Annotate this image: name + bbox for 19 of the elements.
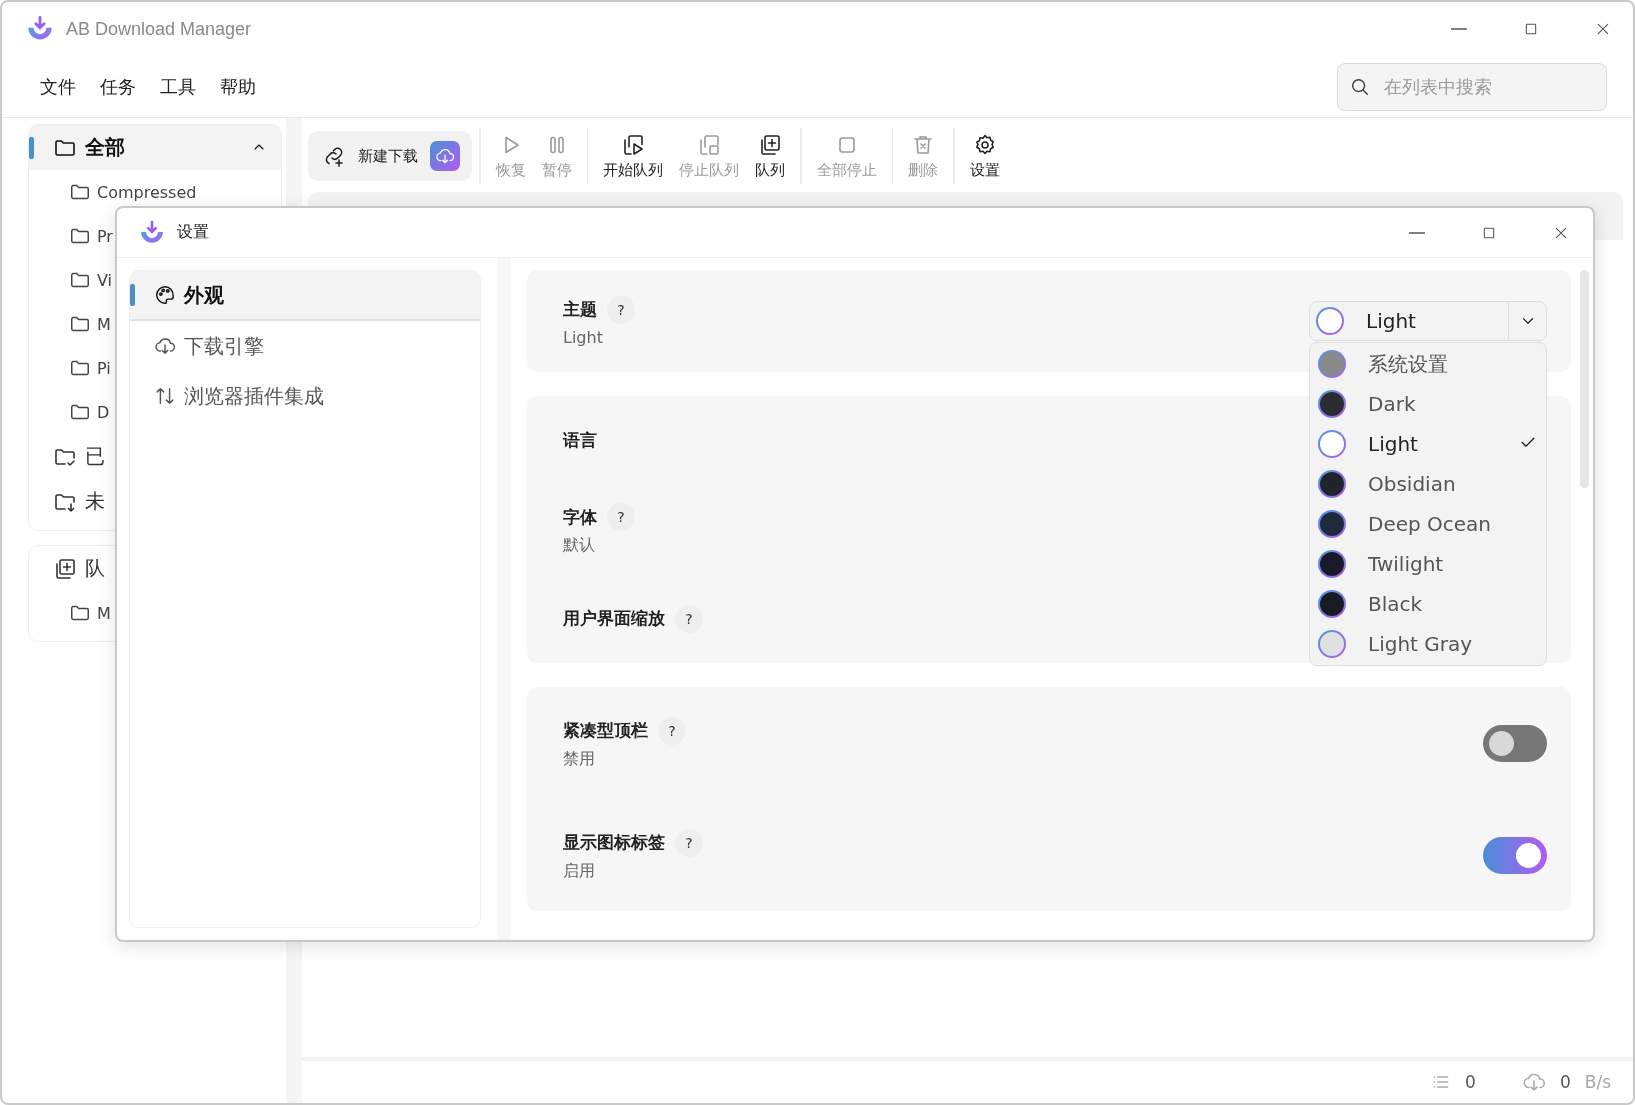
- setting-label: 用户界面缩放: [563, 607, 665, 630]
- setting-label: 语言: [563, 429, 597, 452]
- sidebar-label: 全部: [85, 134, 125, 161]
- setting-value: 启用: [563, 860, 596, 882]
- sidebar-label: 未: [85, 488, 105, 515]
- setting-label: 紧凑型顶栏: [563, 719, 648, 742]
- speed-unit: B/s: [1584, 1072, 1611, 1092]
- download-speed: 0: [1559, 1072, 1571, 1092]
- setting-label: 主题: [563, 298, 597, 321]
- setting-value: 默认: [563, 535, 596, 556]
- setting-label: 字体: [563, 505, 597, 529]
- sidebar-label: 队: [85, 555, 105, 582]
- setting-value: 禁用: [563, 748, 596, 770]
- window-title: AB Download Manager: [66, 18, 252, 40]
- setting-label: 显示图标标签: [563, 831, 665, 854]
- sidebar-label: 已: [85, 443, 105, 470]
- dialog-title: 设置: [177, 222, 209, 243]
- queue-count: 0: [1465, 1072, 1476, 1092]
- setting-value: Light: [563, 327, 604, 347]
